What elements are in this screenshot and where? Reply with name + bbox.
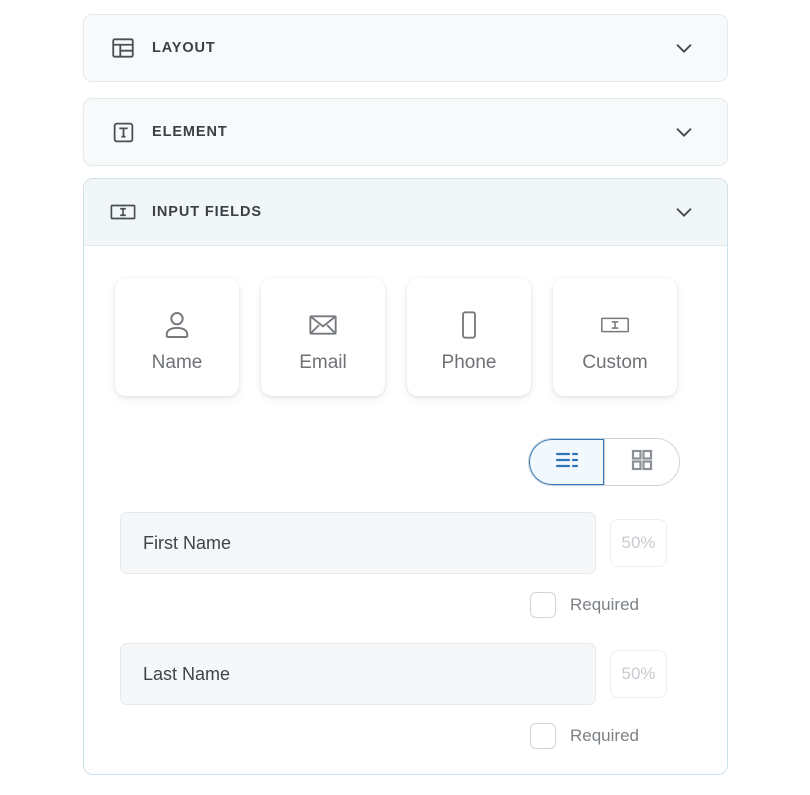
form-builder-panel: LAYOUT ELEMENT INPUT FIELDS Name Email P… [0,0,810,795]
section-layout-title: LAYOUT [152,40,216,56]
field-required-row: Required [120,705,727,749]
section-element-header[interactable]: ELEMENT [84,99,727,165]
list-view-icon [554,450,580,475]
section-input-fields[interactable]: INPUT FIELDS Name Email Phone Custom Fir… [83,178,728,775]
input-fields-body: Name Email Phone Custom First Name 50% R… [84,246,727,774]
input-field-icon [599,303,631,347]
text-element-icon [110,119,136,145]
field-line: First Name 50% [120,512,727,574]
section-element[interactable]: ELEMENT [83,98,728,166]
field-row-list: First Name 50% Required Last Name 50% Re… [84,486,727,749]
field-type-card-email[interactable]: Email [261,278,385,396]
section-input-fields-title: INPUT FIELDS [152,204,262,220]
chevron-down-icon[interactable] [671,119,697,145]
field-row: Last Name 50% Required [84,643,727,749]
field-type-label: Custom [582,351,648,373]
view-toggle-row [84,396,727,486]
field-type-label: Name [151,351,203,373]
field-label-input[interactable]: Last Name [120,643,596,705]
field-row: First Name 50% Required [84,512,727,618]
input-field-icon [110,199,136,225]
person-icon [160,303,194,347]
required-label: Required [570,595,639,614]
field-type-label: Email [299,351,347,373]
field-type-card-custom[interactable]: Custom [553,278,677,396]
field-type-card-phone[interactable]: Phone [407,278,531,396]
chevron-down-icon[interactable] [671,199,697,225]
view-toggle-grid-button[interactable] [604,439,679,485]
field-width-selector[interactable]: 50% [610,650,667,698]
field-label-input[interactable]: First Name [120,512,596,574]
required-label: Required [570,726,639,745]
section-element-title: ELEMENT [152,124,228,140]
mobile-phone-icon [453,303,485,347]
grid-view-icon [630,448,654,477]
layout-icon [110,35,136,61]
section-input-fields-header[interactable]: INPUT FIELDS [84,179,727,246]
field-type-card-list: Name Email Phone Custom [84,246,727,396]
required-checkbox[interactable] [530,592,556,618]
field-required-row: Required [120,574,727,618]
field-type-label: Phone [441,351,497,373]
field-type-card-name[interactable]: Name [115,278,239,396]
field-line: Last Name 50% [120,643,727,705]
envelope-icon [307,303,339,347]
field-width-selector[interactable]: 50% [610,519,667,567]
required-checkbox[interactable] [530,723,556,749]
section-layout[interactable]: LAYOUT [83,14,728,82]
view-toggle-list-button[interactable] [529,439,604,485]
chevron-down-icon[interactable] [671,35,697,61]
section-layout-header[interactable]: LAYOUT [84,15,727,81]
view-toggle[interactable] [528,438,680,486]
